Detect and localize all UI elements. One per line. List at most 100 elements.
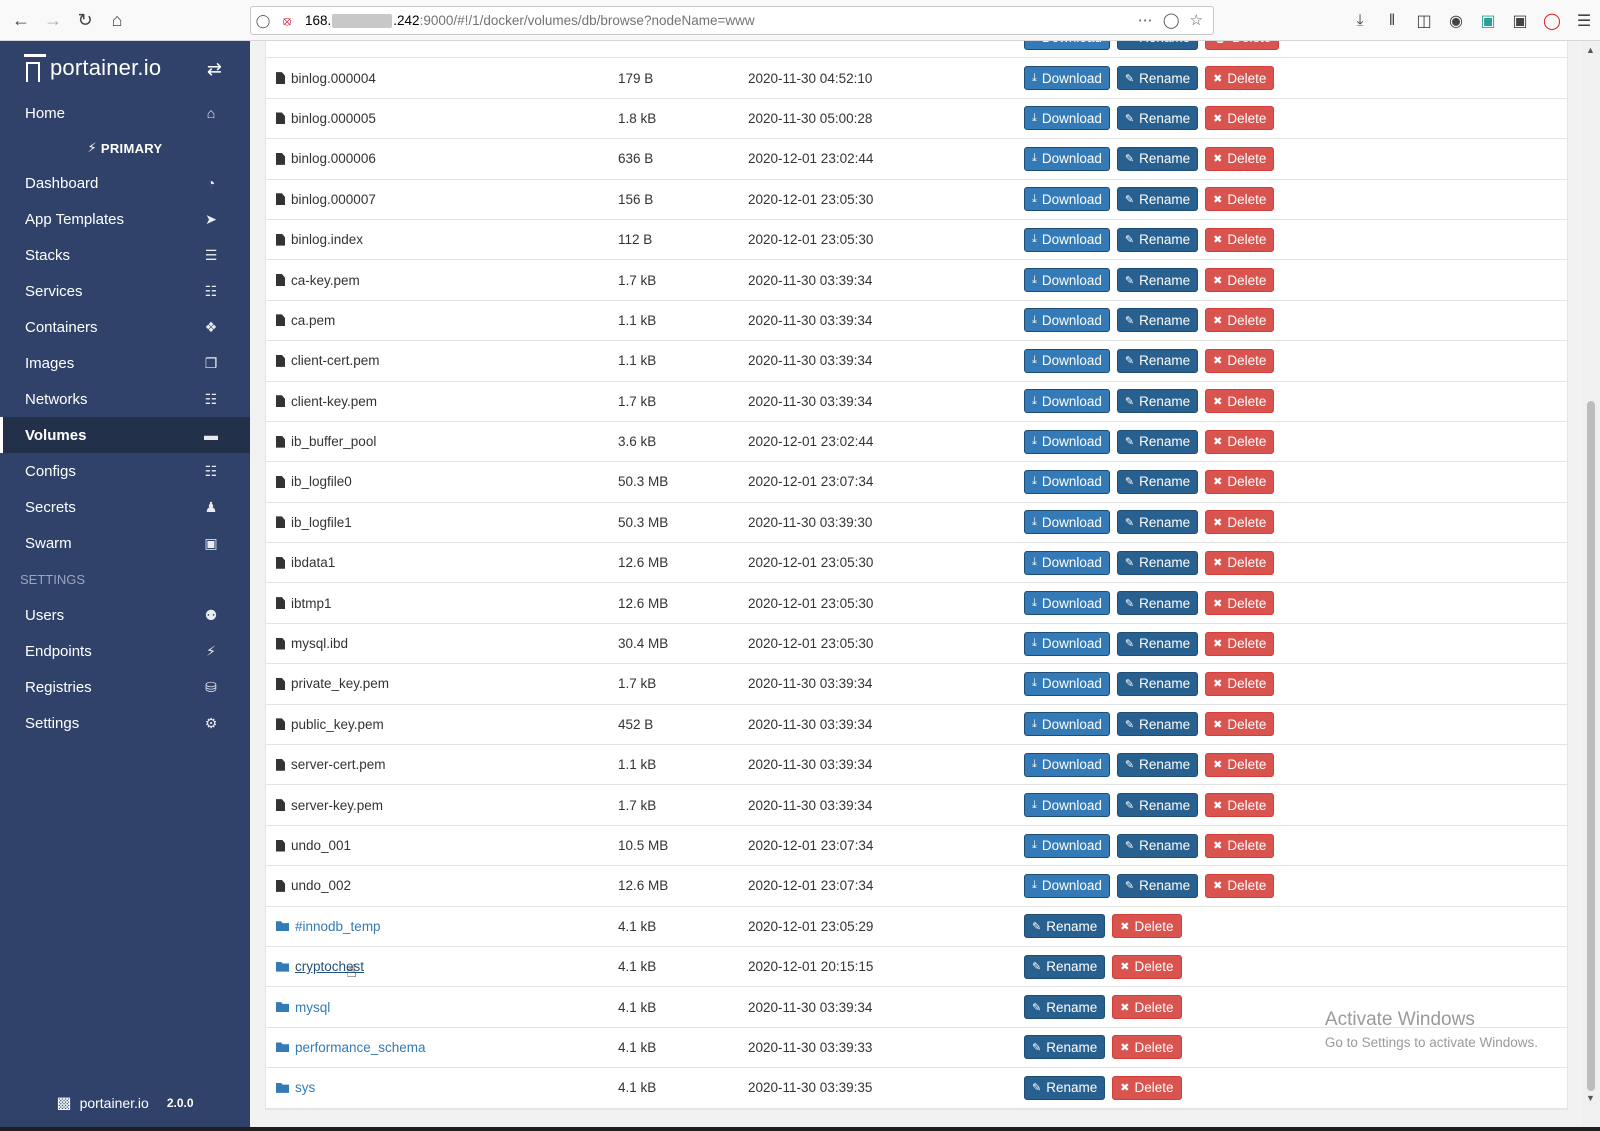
sidebar-item-stacks[interactable]: Stacks ☰ — [0, 237, 250, 273]
download-button[interactable]: ⤓ Download — [1024, 268, 1110, 293]
sidebar-item-app-templates[interactable]: App Templates ➤ — [0, 201, 250, 237]
delete-button[interactable]: ✖ Delete — [1205, 712, 1275, 737]
download-button[interactable]: ⤓ Download — [1024, 348, 1110, 373]
rename-button[interactable]: ✎ Rename — [1116, 510, 1199, 535]
sidebar-item-volumes[interactable]: Volumes ▬ — [0, 417, 250, 453]
sidebar-item-users[interactable]: Users ⚉ — [0, 597, 250, 633]
download-button[interactable]: ⤓ Download — [1024, 631, 1110, 656]
bookmark-star-icon[interactable]: ☆ — [1190, 11, 1203, 29]
insecure-lock-icon[interactable]: ⦻ — [275, 13, 299, 29]
delete-button[interactable]: ✖ Delete — [1205, 268, 1275, 293]
sidebar-item-settings[interactable]: Settings ⚙ — [0, 705, 250, 741]
sidebar-item-registries[interactable]: Registries ⛁ — [0, 669, 250, 705]
rename-button[interactable]: ✎ Rename — [1116, 469, 1199, 494]
sidebar-item-swarm[interactable]: Swarm ▣ — [0, 525, 250, 561]
delete-button[interactable]: ✖ Delete — [1112, 995, 1182, 1020]
download-button[interactable]: ⤓ Download — [1024, 550, 1110, 575]
sidebar-item-configs[interactable]: Configs ☷ — [0, 453, 250, 489]
rename-button[interactable]: ✎ Rename — [1024, 954, 1106, 979]
folder-link[interactable]: sys — [295, 1080, 315, 1095]
rename-button[interactable]: ✎ Rename — [1116, 591, 1199, 616]
download-button[interactable]: ⤓ Download — [1024, 106, 1110, 131]
downloads-icon[interactable]: ⤓ — [1344, 5, 1376, 37]
sidebar-item-images[interactable]: Images ❐ — [0, 345, 250, 381]
page-actions-icon[interactable]: ⋯ — [1138, 11, 1153, 29]
rename-button[interactable]: ✎ Rename — [1116, 671, 1199, 696]
download-button[interactable]: ⤓ Download — [1024, 833, 1110, 858]
rename-button[interactable]: ✎ Rename — [1116, 833, 1199, 858]
download-button[interactable]: ⤓ Download — [1024, 66, 1110, 91]
delete-button[interactable]: ✖ Delete — [1205, 429, 1275, 454]
delete-button[interactable]: ✖ Delete — [1205, 146, 1275, 171]
sidebar-item-containers[interactable]: Containers ❖ — [0, 309, 250, 345]
forward-icon[interactable]: → — [38, 5, 68, 35]
download-button[interactable]: ⤓ Download — [1024, 429, 1110, 454]
download-button[interactable]: ⤓ Download — [1024, 227, 1110, 252]
delete-button[interactable]: ✖ Delete — [1205, 348, 1275, 373]
download-button[interactable]: ⤓ Download — [1024, 510, 1110, 535]
delete-button[interactable]: ✖ Delete — [1205, 227, 1275, 252]
delete-button[interactable]: ✖ Delete — [1205, 308, 1275, 333]
rename-button[interactable]: ✎ Rename — [1116, 227, 1199, 252]
download-button[interactable]: ⤓ Download — [1024, 146, 1110, 171]
download-button[interactable]: ⤓ Download — [1024, 187, 1110, 212]
sidebar-item-dashboard[interactable]: Dashboard ◔ — [0, 165, 250, 201]
url-text[interactable]: 168. .242:9000/#!/1/docker/volumes/db/bro… — [305, 13, 755, 29]
rename-button[interactable]: ✎ Rename — [1116, 793, 1199, 818]
rename-button[interactable]: ✎ Rename — [1116, 873, 1199, 898]
scroll-thumb[interactable] — [1587, 401, 1595, 1091]
folder-icon[interactable]: ▣ — [1504, 5, 1536, 37]
shield-icon[interactable]: ◯ — [251, 13, 275, 29]
download-button[interactable]: ⤓ Download — [1024, 389, 1110, 414]
delete-button[interactable]: ✖ Delete — [1205, 833, 1275, 858]
brand-logo[interactable]: portainer.io ⇄ — [0, 41, 250, 95]
download-button[interactable]: ⤓ Download — [1024, 591, 1110, 616]
download-button[interactable]: ⤓ Download — [1024, 41, 1110, 50]
rename-button[interactable]: ✎ Rename — [1116, 429, 1199, 454]
library-icon[interactable]: ‖ — [1376, 5, 1408, 37]
url-bar[interactable]: ◯ ⦻ 168. .242:9000/#!/1/docker/volumes/db… — [250, 6, 1214, 35]
reload-icon[interactable]: ↻ — [70, 5, 100, 35]
rename-button[interactable]: ✎ Rename — [1116, 41, 1199, 50]
page-scrollbar[interactable]: ▲ ▼ — [1582, 41, 1600, 1131]
rename-button[interactable]: ✎ Rename — [1024, 1035, 1106, 1060]
rename-button[interactable]: ✎ Rename — [1116, 187, 1199, 212]
scroll-down-icon[interactable]: ▼ — [1586, 1093, 1595, 1103]
rename-button[interactable]: ✎ Rename — [1116, 348, 1199, 373]
rename-button[interactable]: ✎ Rename — [1116, 106, 1199, 131]
account-icon[interactable]: ◉ — [1440, 5, 1472, 37]
delete-button[interactable]: ✖ Delete — [1205, 793, 1275, 818]
delete-button[interactable]: ✖ Delete — [1205, 106, 1275, 131]
delete-button[interactable]: 🗑 Delete — [1205, 41, 1280, 50]
sidebar-item-services[interactable]: Services ☷ — [0, 273, 250, 309]
delete-button[interactable]: ✖ Delete — [1205, 873, 1275, 898]
home-icon[interactable]: ⌂ — [102, 5, 132, 35]
delete-button[interactable]: ✖ Delete — [1205, 510, 1275, 535]
delete-button[interactable]: ✖ Delete — [1205, 631, 1275, 656]
delete-button[interactable]: ✖ Delete — [1112, 1075, 1182, 1100]
scroll-up-icon[interactable]: ▲ — [1586, 45, 1595, 55]
folder-link[interactable]: #innodb_temp — [295, 919, 381, 934]
back-icon[interactable]: ← — [6, 5, 36, 35]
rename-button[interactable]: ✎ Rename — [1116, 146, 1199, 171]
save-page-icon[interactable]: ▣ — [1472, 5, 1504, 37]
opera-icon[interactable]: ◯ — [1536, 5, 1568, 37]
rename-button[interactable]: ✎ Rename — [1116, 308, 1199, 333]
sidebar-item-secrets[interactable]: Secrets ♟ — [0, 489, 250, 525]
delete-button[interactable]: ✖ Delete — [1205, 389, 1275, 414]
download-button[interactable]: ⤓ Download — [1024, 671, 1110, 696]
rename-button[interactable]: ✎ Rename — [1116, 752, 1199, 777]
sidebar-item-home[interactable]: Home ⌂ — [0, 95, 250, 131]
delete-button[interactable]: ✖ Delete — [1205, 469, 1275, 494]
rename-button[interactable]: ✎ Rename — [1116, 712, 1199, 737]
delete-button[interactable]: ✖ Delete — [1205, 187, 1275, 212]
sidebar-item-endpoints[interactable]: Endpoints ⚡ — [0, 633, 250, 669]
menu-icon[interactable]: ☰ — [1568, 5, 1600, 37]
rename-button[interactable]: ✎ Rename — [1116, 550, 1199, 575]
download-button[interactable]: ⤓ Download — [1024, 469, 1110, 494]
sidebar-item-networks[interactable]: Networks ☷ — [0, 381, 250, 417]
rename-button[interactable]: ✎ Rename — [1024, 1075, 1106, 1100]
rename-button[interactable]: ✎ Rename — [1116, 268, 1199, 293]
rename-button[interactable]: ✎ Rename — [1024, 914, 1106, 939]
delete-button[interactable]: ✖ Delete — [1112, 954, 1182, 979]
